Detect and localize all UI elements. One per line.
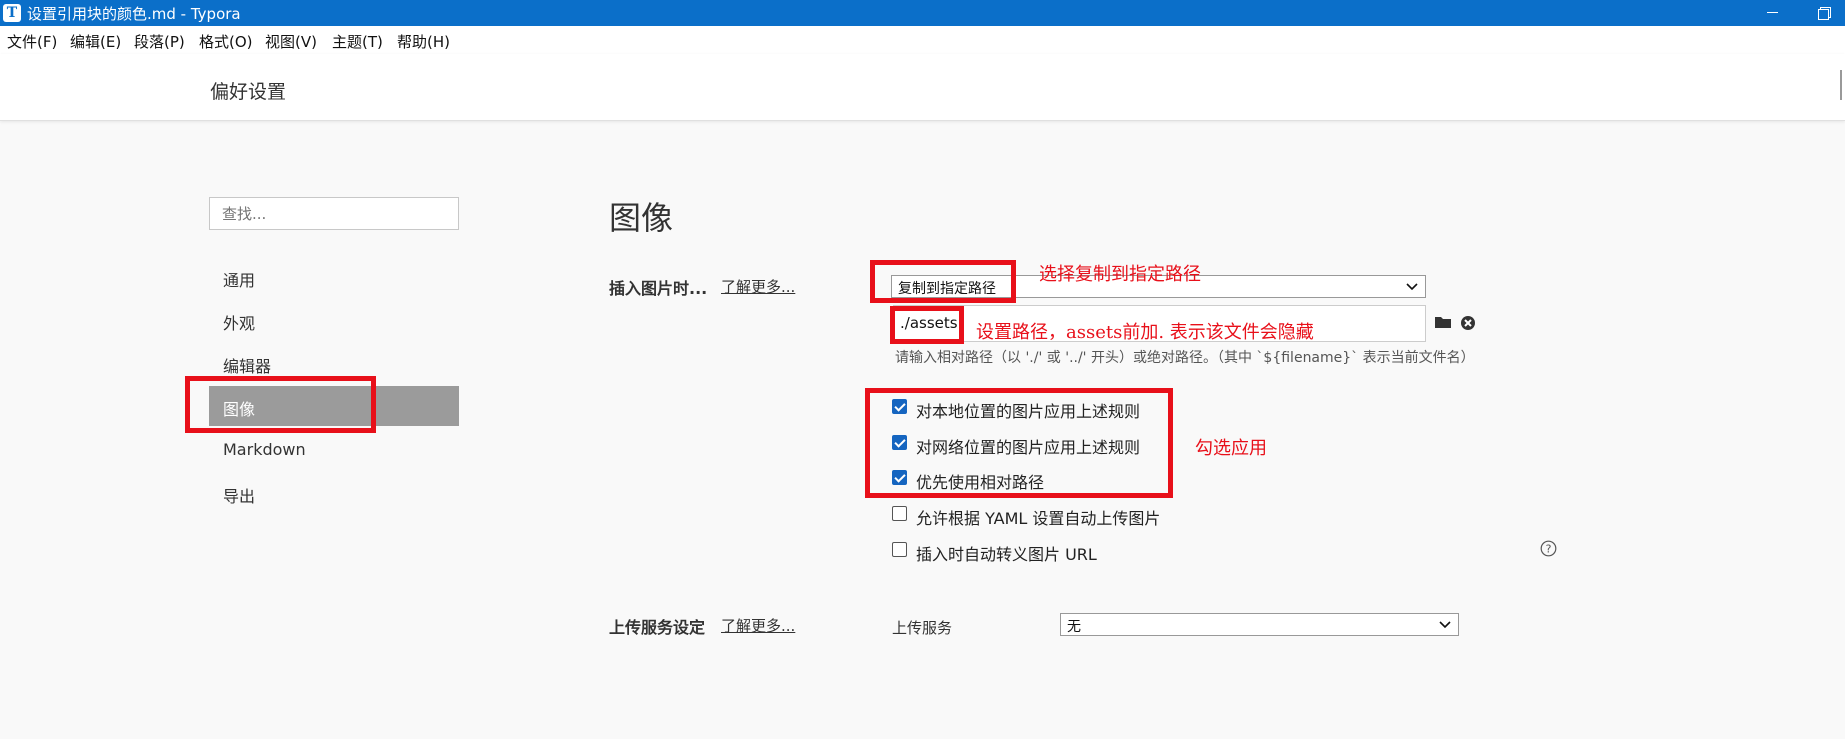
- annotation-box-copy-select: [870, 260, 1016, 303]
- upload-learn-more-link[interactable]: 了解更多...: [721, 615, 795, 636]
- typora-app-icon: T: [3, 4, 21, 22]
- page-title: 偏好设置: [210, 81, 287, 103]
- path-hint-text: 请输入相对路径（以 './' 或 '../' 开头）或绝对路径。（其中 `${f…: [895, 350, 1475, 366]
- menu-help[interactable]: 帮助(H): [397, 31, 450, 52]
- restore-icon[interactable]: [1799, 0, 1845, 26]
- menu-format[interactable]: 格式(O): [199, 31, 253, 52]
- chevron-down-icon: [1406, 283, 1418, 291]
- folder-icon[interactable]: [1434, 314, 1452, 330]
- help-icon[interactable]: ?: [1540, 540, 1557, 557]
- option-label: 插入时自动转义图片 URL: [916, 545, 1097, 564]
- upload-service-value: 无: [1067, 619, 1081, 635]
- upload-settings-label: 上传服务设定: [609, 618, 706, 637]
- menu-bar: 文件(F) 编辑(E) 段落(P) 格式(O) 视图(V) 主题(T) 帮助(H…: [0, 26, 1845, 54]
- annotation-box-path: [890, 306, 964, 344]
- scrollbar[interactable]: [1840, 70, 1842, 100]
- search-input[interactable]: [209, 197, 459, 230]
- option-label: 允许根据 YAML 设置自动上传图片: [916, 509, 1161, 528]
- preferences-header: 偏好设置: [0, 54, 1845, 121]
- annotation-box-options: [865, 388, 1173, 498]
- annotation-box-image-nav: [185, 376, 376, 433]
- upload-service-label: 上传服务: [892, 619, 953, 637]
- menu-paragraph[interactable]: 段落(P): [134, 31, 185, 52]
- sidebar-item-export[interactable]: 导出: [209, 473, 459, 513]
- sidebar-item-markdown[interactable]: Markdown: [209, 430, 459, 470]
- sidebar-item-appearance[interactable]: 外观: [209, 300, 459, 340]
- minimize-icon[interactable]: [1749, 0, 1795, 26]
- annotation-set-path: 设置路径，assets前加. 表示该文件会隐藏: [976, 322, 1314, 343]
- clear-icon[interactable]: [1460, 315, 1476, 331]
- insert-image-learn-more-link[interactable]: 了解更多...: [721, 276, 795, 297]
- annotation-copy-path: 选择复制到指定路径: [1039, 264, 1201, 285]
- svg-text:?: ?: [1546, 543, 1552, 556]
- annotation-check-apply: 勾选应用: [1195, 438, 1267, 459]
- window-title: 设置引用块的颜色.md - Typora: [27, 5, 241, 23]
- menu-file[interactable]: 文件(F): [7, 31, 57, 52]
- menu-theme[interactable]: 主题(T): [332, 31, 383, 52]
- checkbox-yaml-upload[interactable]: [892, 506, 907, 521]
- checkbox-escape-url[interactable]: [892, 542, 907, 557]
- title-bar: T 设置引用块的颜色.md - Typora: [0, 0, 1845, 26]
- section-title: 图像: [609, 199, 674, 237]
- menu-edit[interactable]: 编辑(E): [70, 31, 121, 52]
- insert-image-label: 插入图片时...: [609, 279, 708, 298]
- upload-service-select[interactable]: 无: [1060, 613, 1459, 636]
- menu-view[interactable]: 视图(V): [265, 31, 317, 52]
- sidebar-item-general[interactable]: 通用: [209, 257, 459, 297]
- chevron-down-icon: [1439, 621, 1451, 629]
